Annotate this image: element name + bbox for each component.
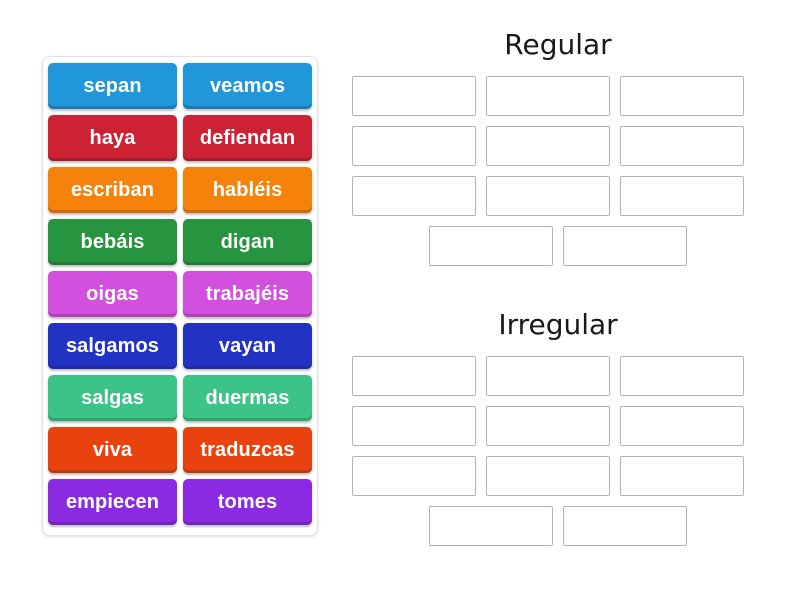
group-column-irregular: Irregular — [352, 308, 764, 546]
word-tile[interactable]: salgas — [48, 375, 177, 421]
drop-slots-irregular — [352, 356, 764, 546]
group-column-regular: Regular — [352, 28, 764, 266]
group-title-irregular: Irregular — [498, 308, 618, 341]
drop-slot-irregular[interactable] — [352, 406, 476, 446]
word-tile[interactable]: oigas — [48, 271, 177, 317]
word-tile[interactable]: empiecen — [48, 479, 177, 525]
word-tile[interactable]: salgamos — [48, 323, 177, 369]
word-tile[interactable]: veamos — [183, 63, 312, 109]
word-tile[interactable]: habléis — [183, 167, 312, 213]
drop-slot-irregular[interactable] — [620, 456, 744, 496]
word-tiles-card: sepan veamos haya defiendan escriban habléis b… — [42, 56, 318, 536]
drop-slot-irregular[interactable] — [620, 406, 744, 446]
drop-slot-regular[interactable] — [352, 76, 476, 116]
word-tile[interactable]: digan — [183, 219, 312, 265]
drop-slot-irregular[interactable] — [429, 506, 553, 546]
drop-slot-regular[interactable] — [563, 226, 687, 266]
drop-slots-regular — [352, 76, 764, 266]
drop-slot-regular[interactable] — [486, 126, 610, 166]
drop-slot-regular[interactable] — [486, 176, 610, 216]
drop-slot-irregular[interactable] — [486, 356, 610, 396]
word-tile[interactable]: bebáis — [48, 219, 177, 265]
word-tile[interactable]: trabajéis — [183, 271, 312, 317]
drop-slot-irregular[interactable] — [563, 506, 687, 546]
drop-slot-irregular[interactable] — [352, 456, 476, 496]
word-tile[interactable]: vayan — [183, 323, 312, 369]
drop-slot-irregular[interactable] — [486, 456, 610, 496]
word-tile[interactable]: escriban — [48, 167, 177, 213]
word-tile[interactable]: traduzcas — [183, 427, 312, 473]
word-tile[interactable]: tomes — [183, 479, 312, 525]
word-tile[interactable]: sepan — [48, 63, 177, 109]
drop-slot-regular[interactable] — [620, 176, 744, 216]
drop-slot-regular[interactable] — [486, 76, 610, 116]
drop-slot-regular[interactable] — [620, 76, 744, 116]
word-tile[interactable]: viva — [48, 427, 177, 473]
drop-slot-regular[interactable] — [352, 176, 476, 216]
group-title-regular: Regular — [504, 28, 612, 61]
drop-slot-irregular[interactable] — [486, 406, 610, 446]
drop-slot-regular[interactable] — [429, 226, 553, 266]
word-tile[interactable]: haya — [48, 115, 177, 161]
drop-slot-irregular[interactable] — [352, 356, 476, 396]
word-tile[interactable]: defiendan — [183, 115, 312, 161]
drop-slot-irregular[interactable] — [620, 356, 744, 396]
drop-slot-regular[interactable] — [620, 126, 744, 166]
word-tiles-grid: sepan veamos haya defiendan escriban habléis b… — [48, 63, 312, 529]
word-tile[interactable]: duermas — [183, 375, 312, 421]
drop-slot-regular[interactable] — [352, 126, 476, 166]
